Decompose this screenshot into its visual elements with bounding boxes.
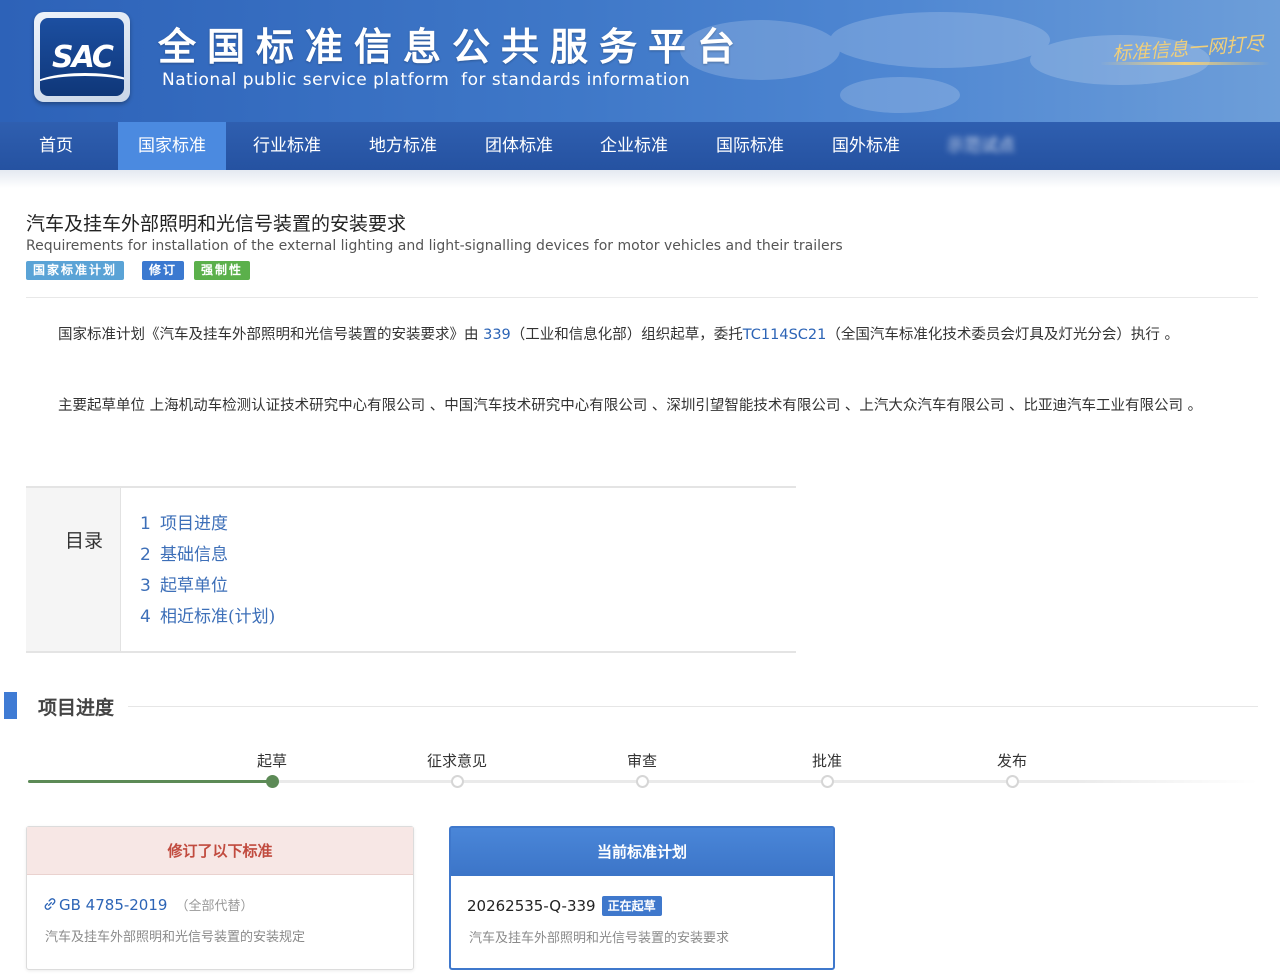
- toc-item-basic-info[interactable]: 2 基础信息: [140, 540, 228, 565]
- link-icon: [44, 898, 56, 910]
- stage-dot: [450, 775, 464, 788]
- stage-label-review: 审查: [626, 752, 657, 770]
- stage-dot: [635, 775, 649, 788]
- slogan-brush-stroke: [1100, 62, 1270, 65]
- nav-item-local-standards[interactable]: 地方标准: [348, 122, 458, 170]
- toc-label: 目录: [65, 530, 104, 552]
- revised-card-header: 修订了以下标准: [27, 827, 413, 875]
- standard-title-zh: 汽车及挂车外部照明和光信号装置的安装要求: [26, 213, 407, 235]
- stage-label-approval: 批准: [811, 752, 842, 770]
- toc-item-num: 3: [140, 576, 151, 596]
- desc-mid: （工业和信息化部）组织起草，委托: [510, 327, 743, 343]
- current-plan-card: 当前标准计划 20262535-Q-339 正在起草 汽车及挂车外部照明和光信号装…: [449, 826, 835, 970]
- standard-title-en: Requirements for installation of the ext…: [26, 238, 843, 254]
- logo-text: SAC: [52, 40, 114, 75]
- description-paragraph-2: 主要起草单位 上海机动车检测认证技术研究中心有限公司 、中国汽车技术研究中心有限…: [26, 393, 1248, 420]
- toc-label-cell: 目录: [26, 488, 121, 651]
- tc-code-link[interactable]: TC114SC21: [743, 327, 827, 343]
- section-divider: [128, 706, 1258, 707]
- nav-item-blurred[interactable]: 示范试点: [926, 122, 1036, 170]
- toc-item-label: 相近标准(计划): [160, 607, 276, 627]
- status-badge: 正在起草: [601, 896, 662, 916]
- current-plan-header: 当前标准计划: [451, 828, 833, 876]
- nav-item-industry-standards[interactable]: 行业标准: [232, 122, 342, 170]
- toc-item-num: 2: [140, 545, 151, 565]
- section-accent-bar: [4, 692, 17, 719]
- desc-prefix: 国家标准计划《汽车及挂车外部照明和光信号装置的安装要求》由: [58, 327, 484, 343]
- site-subtitle: National public service platform for sta…: [162, 70, 691, 90]
- nav-item-foreign-standards[interactable]: 国外标准: [811, 122, 921, 170]
- content-top-shadow: [0, 170, 1280, 188]
- sac-logo[interactable]: SAC: [34, 12, 130, 102]
- nav-item-international-standards[interactable]: 国际标准: [695, 122, 805, 170]
- toc-item-label: 项目进度: [160, 514, 228, 534]
- divider: [26, 297, 1258, 298]
- toc-item-label: 起草单位: [160, 576, 228, 596]
- header-banner: SAC 全国标准信息公共服务平台 National public service…: [0, 0, 1280, 122]
- nav-item-enterprise-standards[interactable]: 企业标准: [579, 122, 689, 170]
- drafting-units-text: 主要起草单位 上海机动车检测认证技术研究中心有限公司 、中国汽车技术研究中心有限…: [58, 398, 1203, 414]
- org-code-link[interactable]: 339: [483, 327, 511, 343]
- table-of-contents: 目录 1 项目进度 2 基础信息 3 起草单位 4 相近标准(计划): [26, 486, 796, 653]
- section-title-progress: 项目进度: [38, 697, 115, 719]
- stage-label-draft: 起草: [256, 752, 287, 770]
- toc-item-drafting-units[interactable]: 3 起草单位: [140, 571, 228, 596]
- stage-label-publish: 发布: [996, 752, 1027, 770]
- nav-item-national-standards[interactable]: 国家标准: [118, 122, 226, 170]
- stage-label-consultation: 征求意见: [426, 752, 487, 770]
- tag-mandatory: 强制性: [194, 261, 251, 280]
- stage-dot: [1005, 775, 1019, 788]
- toc-item-num: 4: [140, 607, 151, 627]
- revised-standard-card: 修订了以下标准 GB 4785-2019 （全部代替） 汽车及挂车外部照明和光信号…: [26, 826, 414, 970]
- toc-item-label: 基础信息: [160, 545, 228, 565]
- plan-code: 20262535-Q-339: [467, 897, 596, 915]
- stage-dot: [265, 775, 279, 788]
- site-title: 全国标准信息公共服务平台: [158, 24, 747, 69]
- progress-fill: [28, 780, 272, 783]
- nav-item-home[interactable]: 首页: [0, 122, 112, 170]
- desc-suffix: （全国汽车标准化技术委员会灯具及灯光分会）执行 。: [826, 327, 1179, 343]
- toc-item-related-standards[interactable]: 4 相近标准(计划): [140, 602, 275, 627]
- revised-standard-desc: 汽车及挂车外部照明和光信号装置的安装规定: [45, 930, 306, 945]
- toc-item-progress[interactable]: 1 项目进度: [140, 509, 228, 534]
- nav-item-group-standards[interactable]: 团体标准: [464, 122, 574, 170]
- revised-standard-code-link[interactable]: GB 4785-2019: [59, 896, 167, 914]
- stage-dot: [820, 775, 834, 788]
- main-nav: 首页 国家标准 行业标准 地方标准 团体标准 企业标准 国际标准 国外标准 示范…: [0, 122, 1280, 170]
- toc-item-num: 1: [140, 514, 151, 534]
- replace-note: （全部代替）: [175, 899, 254, 914]
- description-paragraph-1: 国家标准计划《汽车及挂车外部照明和光信号装置的安装要求》由 339（工业和信息化…: [26, 322, 1248, 349]
- tag-revision: 修订: [142, 261, 185, 280]
- current-plan-desc: 汽车及挂车外部照明和光信号装置的安装要求: [469, 931, 730, 946]
- tag-national-plan: 国家标准计划: [26, 261, 125, 280]
